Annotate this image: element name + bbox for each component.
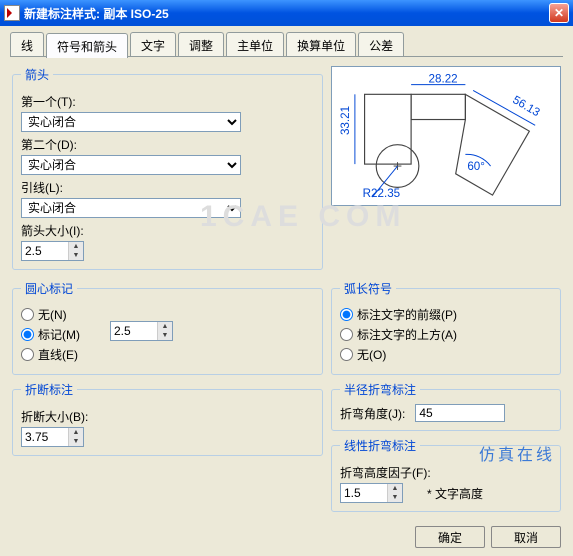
center-none-radio-row[interactable]: 无(N) — [21, 306, 80, 323]
center-mark-radio[interactable] — [21, 328, 34, 341]
center-marks-group: 圆心标记 无(N) 标记(M) 直线(E) — [12, 280, 323, 375]
arc-length-legend: 弧长符号 — [340, 280, 396, 297]
arrowheads-legend: 箭头 — [21, 66, 53, 83]
tab-primary-units[interactable]: 主单位 — [226, 32, 284, 57]
first-arrow-select[interactable]: 实心闭合 — [21, 112, 241, 132]
linear-jog-legend: 线性折弯标注 — [340, 437, 420, 454]
arc-none-radio-row[interactable]: 无(O) — [340, 346, 552, 363]
radius-jog-group: 半径折弯标注 折弯角度(J): — [331, 381, 561, 431]
center-none-radio[interactable] — [21, 308, 34, 321]
preview-angle-dim: 60° — [467, 160, 485, 173]
leader-arrow-label: 引线(L): — [21, 179, 314, 196]
titlebar: 新建标注样式: 副本 ISO-25 ✕ — [0, 0, 573, 26]
jog-factor-input[interactable] — [341, 484, 387, 502]
spin-down-icon[interactable]: ▼ — [68, 437, 83, 446]
arrow-size-input[interactable] — [22, 242, 68, 260]
preview-diag-dim: 56.13 — [510, 93, 542, 119]
arc-preceding-radio[interactable] — [340, 308, 353, 321]
spin-down-icon[interactable]: ▼ — [387, 493, 402, 502]
ok-button[interactable]: 确定 — [415, 526, 485, 548]
center-mark-radio-row[interactable]: 标记(M) — [21, 326, 80, 343]
dialog-buttons: 确定 取消 — [0, 522, 573, 556]
break-size-spinner[interactable]: ▲ ▼ — [21, 427, 84, 447]
tab-fit[interactable]: 调整 — [178, 32, 224, 57]
tab-lines[interactable]: 线 — [10, 32, 44, 57]
arc-length-group: 弧长符号 标注文字的前缀(P) 标注文字的上方(A) 无(O) — [331, 280, 561, 375]
arc-above-label: 标注文字的上方(A) — [357, 326, 457, 343]
arc-above-radio-row[interactable]: 标注文字的上方(A) — [340, 326, 552, 343]
break-dim-legend: 折断标注 — [21, 381, 77, 398]
spin-up-icon[interactable]: ▲ — [387, 484, 402, 493]
tabs: 线 符号和箭头 文字 调整 主单位 换算单位 公差 — [0, 26, 573, 57]
jog-factor-suffix: * 文字高度 — [427, 485, 483, 502]
center-line-radio[interactable] — [21, 348, 34, 361]
preview-top-dim: 28.22 — [429, 73, 458, 86]
center-marks-legend: 圆心标记 — [21, 280, 77, 297]
second-arrow-select[interactable]: 实心闭合 — [21, 155, 241, 175]
spin-up-icon[interactable]: ▲ — [157, 322, 172, 331]
break-dim-group: 折断标注 折断大小(B): ▲ ▼ — [12, 381, 323, 456]
app-icon — [4, 5, 20, 21]
arc-none-label: 无(O) — [357, 346, 386, 363]
center-line-label: 直线(E) — [38, 346, 78, 363]
linear-jog-group: 线性折弯标注 折弯高度因子(F): ▲ ▼ * 文字高度 — [331, 437, 561, 512]
spin-up-icon[interactable]: ▲ — [68, 242, 83, 251]
tab-symbols-arrows[interactable]: 符号和箭头 — [46, 33, 128, 58]
preview-radius-dim: R22.35 — [363, 187, 401, 199]
tab-alternate-units[interactable]: 换算单位 — [286, 32, 356, 57]
jog-factor-spinner[interactable]: ▲ ▼ — [340, 483, 403, 503]
leader-arrow-select[interactable]: 实心闭合 — [21, 198, 241, 218]
jog-angle-input[interactable] — [415, 404, 505, 422]
break-size-input[interactable] — [22, 428, 68, 446]
arc-preceding-label: 标注文字的前缀(P) — [357, 306, 457, 323]
window-title: 新建标注样式: 副本 ISO-25 — [24, 5, 549, 22]
spin-down-icon[interactable]: ▼ — [68, 251, 83, 260]
center-none-label: 无(N) — [38, 306, 67, 323]
tab-tolerances[interactable]: 公差 — [358, 32, 404, 57]
arc-none-radio[interactable] — [340, 348, 353, 361]
spin-up-icon[interactable]: ▲ — [68, 428, 83, 437]
preview-left-dim: 33.21 — [339, 106, 352, 135]
close-button[interactable]: ✕ — [549, 3, 569, 23]
tab-text[interactable]: 文字 — [130, 32, 176, 57]
arrow-size-spinner[interactable]: ▲ ▼ — [21, 241, 84, 261]
center-mark-spinner[interactable]: ▲ ▼ — [110, 321, 173, 341]
dimension-preview: 28.22 33.21 56.13 60° R22.35 — [331, 66, 561, 206]
first-arrow-label: 第一个(T): — [21, 93, 314, 110]
center-mark-input[interactable] — [111, 322, 157, 340]
spin-down-icon[interactable]: ▼ — [157, 331, 172, 340]
center-mark-label: 标记(M) — [38, 326, 80, 343]
close-icon: ✕ — [554, 6, 564, 20]
jog-factor-label: 折弯高度因子(F): — [340, 464, 552, 481]
cancel-button[interactable]: 取消 — [491, 526, 561, 548]
arrow-size-label: 箭头大小(I): — [21, 222, 314, 239]
break-size-label: 折断大小(B): — [21, 408, 314, 425]
second-arrow-label: 第二个(D): — [21, 136, 314, 153]
arrowheads-group: 箭头 第一个(T): 实心闭合 第二个(D): 实心闭合 引线(L): 实 — [12, 66, 323, 270]
radius-jog-legend: 半径折弯标注 — [340, 381, 420, 398]
arc-preceding-radio-row[interactable]: 标注文字的前缀(P) — [340, 306, 552, 323]
center-line-radio-row[interactable]: 直线(E) — [21, 346, 80, 363]
jog-angle-label: 折弯角度(J): — [340, 405, 405, 422]
arc-above-radio[interactable] — [340, 328, 353, 341]
